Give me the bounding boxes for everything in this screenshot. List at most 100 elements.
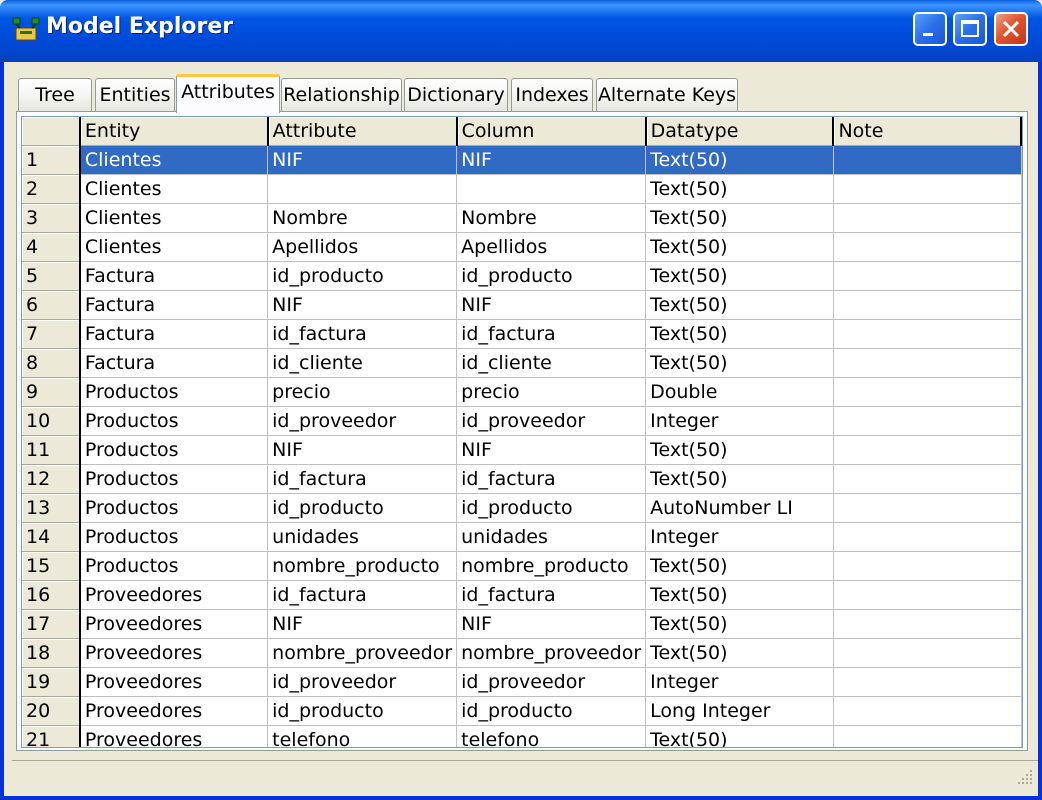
cell-column[interactable] bbox=[456, 174, 647, 204]
cell-note[interactable] bbox=[833, 319, 1022, 349]
cell-entity[interactable]: Productos bbox=[79, 493, 269, 523]
cell-column[interactable]: unidades bbox=[456, 522, 647, 552]
cell-attribute[interactable]: id_producto bbox=[267, 261, 458, 291]
cell-note[interactable] bbox=[833, 638, 1022, 668]
cell-note[interactable] bbox=[833, 435, 1022, 465]
table-row[interactable]: 13 Productos id_producto id_producto AutoNum… bbox=[22, 493, 1022, 523]
cell-entity[interactable]: Productos bbox=[79, 551, 269, 581]
cell-column[interactable]: telefono bbox=[456, 725, 647, 747]
cell-note[interactable] bbox=[833, 667, 1022, 697]
table-row[interactable]: 12 Productos id_factura id_factura Text(50) bbox=[22, 464, 1022, 494]
cell-entity[interactable]: Proveedores bbox=[79, 725, 269, 747]
table-row[interactable]: 17 Proveedores NIF NIF Text(50) bbox=[22, 609, 1022, 639]
cell-datatype[interactable]: Double bbox=[645, 377, 834, 407]
cell-entity[interactable]: Proveedores bbox=[79, 609, 269, 639]
maximize-button[interactable] bbox=[953, 12, 987, 46]
cell-datatype[interactable]: Text(50) bbox=[645, 725, 834, 747]
resize-grip-icon[interactable] bbox=[1016, 768, 1034, 786]
cell-datatype[interactable]: Text(50) bbox=[645, 203, 834, 233]
cell-column[interactable]: NIF bbox=[456, 435, 647, 465]
cell-entity[interactable]: Clientes bbox=[79, 203, 269, 233]
row-header[interactable]: 19 bbox=[22, 667, 81, 697]
cell-datatype[interactable]: Text(50) bbox=[645, 232, 834, 262]
column-header-entity[interactable]: Entity bbox=[79, 117, 269, 146]
cell-column[interactable]: id_factura bbox=[456, 580, 647, 610]
table-row[interactable]: 9 Productos precio precio Double bbox=[22, 377, 1022, 407]
cell-attribute[interactable] bbox=[267, 174, 458, 204]
column-header-column[interactable]: Column bbox=[456, 117, 647, 146]
cell-attribute[interactable]: id_proveedor bbox=[267, 667, 458, 697]
cell-note[interactable] bbox=[833, 609, 1022, 639]
cell-entity[interactable]: Productos bbox=[79, 377, 269, 407]
row-header[interactable]: 5 bbox=[22, 261, 81, 291]
row-header[interactable]: 21 bbox=[22, 725, 81, 747]
cell-datatype[interactable]: Text(50) bbox=[645, 290, 834, 320]
tab-dictionary[interactable]: Dictionary bbox=[404, 78, 508, 111]
table-row[interactable]: 7 Factura id_factura id_factura Text(50) bbox=[22, 319, 1022, 349]
row-header[interactable]: 17 bbox=[22, 609, 81, 639]
cell-datatype[interactable]: Text(50) bbox=[645, 261, 834, 291]
cell-column[interactable]: id_proveedor bbox=[456, 667, 647, 697]
cell-entity[interactable]: Proveedores bbox=[79, 638, 269, 668]
header-corner[interactable] bbox=[22, 117, 81, 146]
cell-datatype[interactable]: Text(50) bbox=[645, 319, 834, 349]
row-header[interactable]: 9 bbox=[22, 377, 81, 407]
cell-attribute[interactable]: unidades bbox=[267, 522, 458, 552]
cell-column[interactable]: NIF bbox=[456, 290, 647, 320]
cell-note[interactable] bbox=[833, 203, 1022, 233]
row-header[interactable]: 2 bbox=[22, 174, 81, 204]
table-row[interactable]: 19 Proveedores id_proveedor id_proveedor Int… bbox=[22, 667, 1022, 697]
cell-datatype[interactable]: Text(50) bbox=[645, 580, 834, 610]
cell-attribute[interactable]: id_producto bbox=[267, 493, 458, 523]
table-row[interactable]: 2 Clientes Text(50) bbox=[22, 174, 1022, 204]
cell-datatype[interactable]: Integer bbox=[645, 522, 834, 552]
table-row[interactable]: 8 Factura id_cliente id_cliente Text(50) bbox=[22, 348, 1022, 378]
cell-column[interactable]: NIF bbox=[456, 145, 647, 175]
cell-attribute[interactable]: Apellidos bbox=[267, 232, 458, 262]
row-header[interactable]: 7 bbox=[22, 319, 81, 349]
row-header[interactable]: 13 bbox=[22, 493, 81, 523]
title-bar[interactable]: Model Explorer bbox=[0, 0, 1042, 62]
cell-datatype[interactable]: Integer bbox=[645, 406, 834, 436]
cell-attribute[interactable]: NIF bbox=[267, 435, 458, 465]
cell-column[interactable]: id_factura bbox=[456, 464, 647, 494]
table-row[interactable]: 1 Clientes NIF NIF Text(50) bbox=[22, 145, 1022, 175]
cell-attribute[interactable]: nombre_producto bbox=[267, 551, 458, 581]
cell-attribute[interactable]: id_factura bbox=[267, 580, 458, 610]
cell-column[interactable]: NIF bbox=[456, 609, 647, 639]
cell-attribute[interactable]: Nombre bbox=[267, 203, 458, 233]
cell-column[interactable]: nombre_producto bbox=[456, 551, 647, 581]
cell-entity[interactable]: Productos bbox=[79, 435, 269, 465]
cell-note[interactable] bbox=[833, 377, 1022, 407]
cell-attribute[interactable]: NIF bbox=[267, 290, 458, 320]
cell-note[interactable] bbox=[833, 522, 1022, 552]
row-header[interactable]: 3 bbox=[22, 203, 81, 233]
column-header-note[interactable]: Note bbox=[833, 117, 1022, 146]
cell-attribute[interactable]: id_proveedor bbox=[267, 406, 458, 436]
cell-attribute[interactable]: id_producto bbox=[267, 696, 458, 726]
cell-attribute[interactable]: id_cliente bbox=[267, 348, 458, 378]
cell-column[interactable]: id_proveedor bbox=[456, 406, 647, 436]
row-header[interactable]: 20 bbox=[22, 696, 81, 726]
cell-note[interactable] bbox=[833, 261, 1022, 291]
cell-entity[interactable]: Productos bbox=[79, 464, 269, 494]
cell-note[interactable] bbox=[833, 232, 1022, 262]
table-row[interactable]: 18 Proveedores nombre_proveedor nombre_prov… bbox=[22, 638, 1022, 668]
tab-alternate-keys[interactable]: Alternate Keys bbox=[596, 78, 738, 111]
table-row[interactable]: 6 Factura NIF NIF Text(50) bbox=[22, 290, 1022, 320]
table-row[interactable]: 16 Proveedores id_factura id_factura Text(50… bbox=[22, 580, 1022, 610]
cell-datatype[interactable]: AutoNumber LI bbox=[645, 493, 834, 523]
cell-attribute[interactable]: id_factura bbox=[267, 319, 458, 349]
tab-tree[interactable]: Tree bbox=[18, 78, 92, 111]
row-header[interactable]: 18 bbox=[22, 638, 81, 668]
table-row[interactable]: 11 Productos NIF NIF Text(50) bbox=[22, 435, 1022, 465]
tab-indexes[interactable]: Indexes bbox=[511, 78, 593, 111]
attributes-grid[interactable]: Entity Attribute Column Datatype Note 1C… bbox=[21, 116, 1023, 748]
row-header[interactable]: 16 bbox=[22, 580, 81, 610]
cell-entity[interactable]: Factura bbox=[79, 261, 269, 291]
cell-column[interactable]: precio bbox=[456, 377, 647, 407]
cell-entity[interactable]: Proveedores bbox=[79, 667, 269, 697]
cell-column[interactable]: Apellidos bbox=[456, 232, 647, 262]
cell-datatype[interactable]: Long Integer bbox=[645, 696, 834, 726]
cell-column[interactable]: id_cliente bbox=[456, 348, 647, 378]
